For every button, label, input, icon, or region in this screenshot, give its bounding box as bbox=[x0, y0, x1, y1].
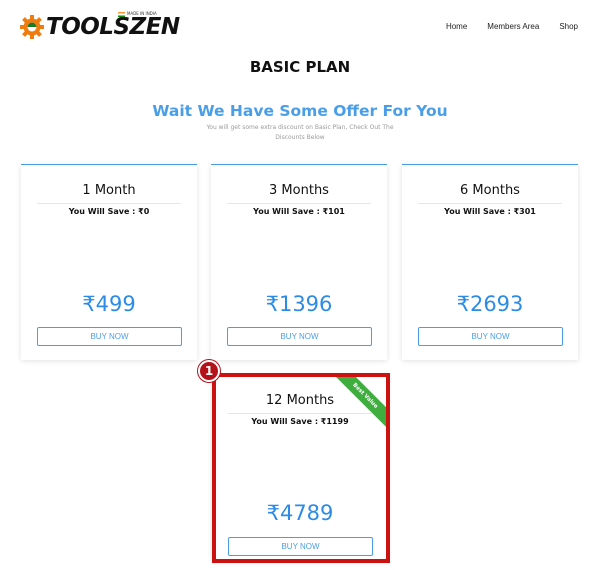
offer-subtitle: You will get some extra discount on Basi… bbox=[206, 124, 394, 141]
plan-card-1-month: 1 Month You Will Save : ₹0 ₹499 BUY NOW bbox=[21, 164, 197, 360]
divider bbox=[227, 203, 371, 204]
plan-price: ₹1396 bbox=[265, 292, 333, 316]
plan-duration: 12 Months bbox=[265, 393, 335, 408]
offer-heading: Wait We Have Some Offer For You bbox=[152, 102, 448, 120]
buy-now-button[interactable]: BUY NOW bbox=[227, 327, 372, 346]
plan-card-12-months: Best Value 12 Months You Will Save : ₹11… bbox=[212, 374, 388, 560]
india-flag-icon bbox=[118, 11, 125, 17]
logo-text: TOOLSZEN bbox=[46, 14, 180, 40]
annotation-marker: 1 bbox=[198, 360, 220, 382]
plan-price: ₹2693 bbox=[456, 292, 524, 316]
plan-card-3-months: 3 Months You Will Save : ₹101 ₹1396 BUY … bbox=[211, 164, 387, 360]
divider bbox=[418, 203, 562, 204]
buy-now-button[interactable]: BUY NOW bbox=[228, 537, 373, 556]
site-logo[interactable]: TOOLSZEN MADE IN INDIA bbox=[20, 10, 180, 44]
plan-savings: You Will Save : ₹301 bbox=[444, 207, 536, 216]
nav-home[interactable]: Home bbox=[446, 22, 467, 31]
nav-shop[interactable]: Shop bbox=[559, 22, 578, 31]
plan-card-6-months: 6 Months You Will Save : ₹301 ₹2693 BUY … bbox=[402, 164, 578, 360]
plan-savings: You Will Save : ₹1199 bbox=[251, 417, 349, 426]
plan-duration: 3 Months bbox=[269, 183, 329, 198]
logo-tagline-text: MADE IN INDIA bbox=[127, 11, 157, 16]
plan-savings: You Will Save : ₹0 bbox=[68, 207, 150, 216]
plan-savings: You Will Save : ₹101 bbox=[253, 207, 345, 216]
plan-price: ₹499 bbox=[82, 292, 136, 316]
divider bbox=[37, 203, 181, 204]
buy-now-button[interactable]: BUY NOW bbox=[37, 327, 182, 346]
plan-price: ₹4789 bbox=[266, 501, 334, 525]
nav-members-area[interactable]: Members Area bbox=[487, 22, 539, 31]
divider bbox=[228, 413, 372, 414]
page-title: BASIC PLAN bbox=[249, 58, 351, 76]
logo-tagline: MADE IN INDIA bbox=[118, 11, 157, 17]
gear-icon bbox=[20, 15, 44, 39]
main-nav: Home Members Area Shop bbox=[446, 22, 578, 31]
buy-now-button[interactable]: BUY NOW bbox=[418, 327, 563, 346]
plan-duration: 1 Month bbox=[82, 183, 136, 198]
plan-duration: 6 Months bbox=[460, 183, 520, 198]
